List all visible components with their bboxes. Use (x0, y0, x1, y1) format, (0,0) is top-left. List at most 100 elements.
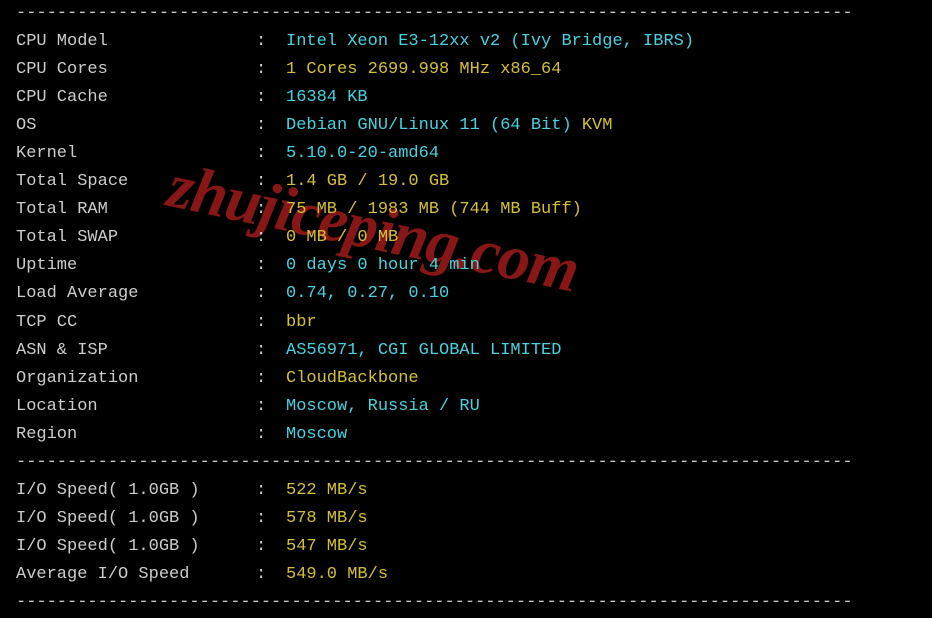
row-label: Uptime (16, 252, 256, 280)
row-value: 549.0 MB/s (286, 561, 388, 589)
value-part: 549.0 MB/s (286, 565, 388, 584)
row-label: CPU Cache (16, 84, 256, 112)
value-part: 0.74, 0.27, 0.10 (286, 284, 449, 303)
info-row: Organization : CloudBackbone (16, 365, 916, 393)
row-value: 5.10.0-20-amd64 (286, 140, 439, 168)
info-row: I/O Speed( 1.0GB ) : 547 MB/s (16, 533, 916, 561)
row-value: 1 Cores 2699.998 MHz x86_64 (286, 56, 561, 84)
value-part: 16384 KB (286, 88, 368, 107)
row-colon: : (256, 196, 286, 224)
system-info-section: CPU Model : Intel Xeon E3-12xx v2 (Ivy B… (16, 28, 916, 449)
value-part: 5.10.0-20-amd64 (286, 144, 439, 163)
row-label: Total Space (16, 168, 256, 196)
row-value: 578 MB/s (286, 505, 368, 533)
row-value: 0.74, 0.27, 0.10 (286, 280, 449, 308)
row-colon: : (256, 477, 286, 505)
row-label: I/O Speed( 1.0GB ) (16, 533, 256, 561)
row-label: Kernel (16, 140, 256, 168)
info-row: OS : Debian GNU/Linux 11 (64 Bit) KVM (16, 112, 916, 140)
row-colon: : (256, 28, 286, 56)
row-value: Debian GNU/Linux 11 (64 Bit) KVM (286, 112, 612, 140)
info-row: Uptime : 0 days 0 hour 4 min (16, 252, 916, 280)
value-part: AS56971, CGI GLOBAL LIMITED (286, 341, 561, 360)
value-part: Debian GNU/Linux 11 (64 Bit) (286, 116, 582, 135)
row-colon: : (256, 421, 286, 449)
row-colon: : (256, 224, 286, 252)
value-part: 1.4 GB / 19.0 GB (286, 172, 449, 191)
divider-bottom: ----------------------------------------… (16, 589, 916, 617)
value-part: 578 MB/s (286, 509, 368, 528)
row-value: AS56971, CGI GLOBAL LIMITED (286, 337, 561, 365)
row-label: Location (16, 393, 256, 421)
row-colon: : (256, 561, 286, 589)
row-colon: : (256, 365, 286, 393)
info-row: Location : Moscow, Russia / RU (16, 393, 916, 421)
value-part: Moscow (286, 425, 347, 444)
row-label: Organization (16, 365, 256, 393)
info-row: Region : Moscow (16, 421, 916, 449)
info-row: ASN & ISP : AS56971, CGI GLOBAL LIMITED (16, 337, 916, 365)
info-row: Average I/O Speed : 549.0 MB/s (16, 561, 916, 589)
row-value: 0 MB / 0 MB (286, 224, 398, 252)
row-value: 1.4 GB / 19.0 GB (286, 168, 449, 196)
info-row: Total RAM : 75 MB / 1983 MB (744 MB Buff… (16, 196, 916, 224)
row-colon: : (256, 309, 286, 337)
row-colon: : (256, 280, 286, 308)
io-speed-section: I/O Speed( 1.0GB ) : 522 MB/sI/O Speed( … (16, 477, 916, 589)
info-row: CPU Cache : 16384 KB (16, 84, 916, 112)
divider-top: ----------------------------------------… (16, 0, 916, 28)
value-part: KVM (582, 116, 613, 135)
row-value: 0 days 0 hour 4 min (286, 252, 480, 280)
info-row: Kernel : 5.10.0-20-amd64 (16, 140, 916, 168)
row-colon: : (256, 337, 286, 365)
row-value: 547 MB/s (286, 533, 368, 561)
row-value: Intel Xeon E3-12xx v2 (Ivy Bridge, IBRS) (286, 28, 694, 56)
value-part: Intel Xeon E3-12xx v2 (Ivy Bridge, IBRS) (286, 32, 694, 51)
row-label: Load Average (16, 280, 256, 308)
row-label: I/O Speed( 1.0GB ) (16, 505, 256, 533)
row-value: 16384 KB (286, 84, 368, 112)
row-colon: : (256, 393, 286, 421)
info-row: CPU Cores : 1 Cores 2699.998 MHz x86_64 (16, 56, 916, 84)
row-label: Region (16, 421, 256, 449)
value-part: 1 Cores 2699.998 MHz x86_64 (286, 60, 561, 79)
row-colon: : (256, 140, 286, 168)
row-colon: : (256, 84, 286, 112)
row-label: Total SWAP (16, 224, 256, 252)
value-part: bbr (286, 313, 317, 332)
row-label: Total RAM (16, 196, 256, 224)
row-label: I/O Speed( 1.0GB ) (16, 477, 256, 505)
row-value: 75 MB / 1983 MB (744 MB Buff) (286, 196, 582, 224)
value-part: 0 days 0 hour 4 min (286, 256, 480, 275)
info-row: CPU Model : Intel Xeon E3-12xx v2 (Ivy B… (16, 28, 916, 56)
value-part: 522 MB/s (286, 481, 368, 500)
info-row: I/O Speed( 1.0GB ) : 578 MB/s (16, 505, 916, 533)
value-part: 0 MB / 0 MB (286, 228, 398, 247)
row-value: Moscow (286, 421, 347, 449)
row-label: CPU Cores (16, 56, 256, 84)
info-row: Load Average : 0.74, 0.27, 0.10 (16, 280, 916, 308)
row-colon: : (256, 168, 286, 196)
row-colon: : (256, 533, 286, 561)
value-part: 547 MB/s (286, 537, 368, 556)
info-row: I/O Speed( 1.0GB ) : 522 MB/s (16, 477, 916, 505)
row-label: CPU Model (16, 28, 256, 56)
row-label: OS (16, 112, 256, 140)
row-label: Average I/O Speed (16, 561, 256, 589)
info-row: Total SWAP : 0 MB / 0 MB (16, 224, 916, 252)
row-value: 522 MB/s (286, 477, 368, 505)
divider-mid: ----------------------------------------… (16, 449, 916, 477)
row-colon: : (256, 505, 286, 533)
info-row: Total Space : 1.4 GB / 19.0 GB (16, 168, 916, 196)
row-label: TCP CC (16, 309, 256, 337)
terminal-output: ----------------------------------------… (0, 0, 932, 617)
row-value: CloudBackbone (286, 365, 419, 393)
value-part: 75 MB / 1983 MB (744 MB Buff) (286, 200, 582, 219)
row-value: bbr (286, 309, 317, 337)
row-colon: : (256, 56, 286, 84)
row-value: Moscow, Russia / RU (286, 393, 480, 421)
value-part: Moscow, Russia / RU (286, 397, 480, 416)
row-label: ASN & ISP (16, 337, 256, 365)
info-row: TCP CC : bbr (16, 309, 916, 337)
value-part: CloudBackbone (286, 369, 419, 388)
